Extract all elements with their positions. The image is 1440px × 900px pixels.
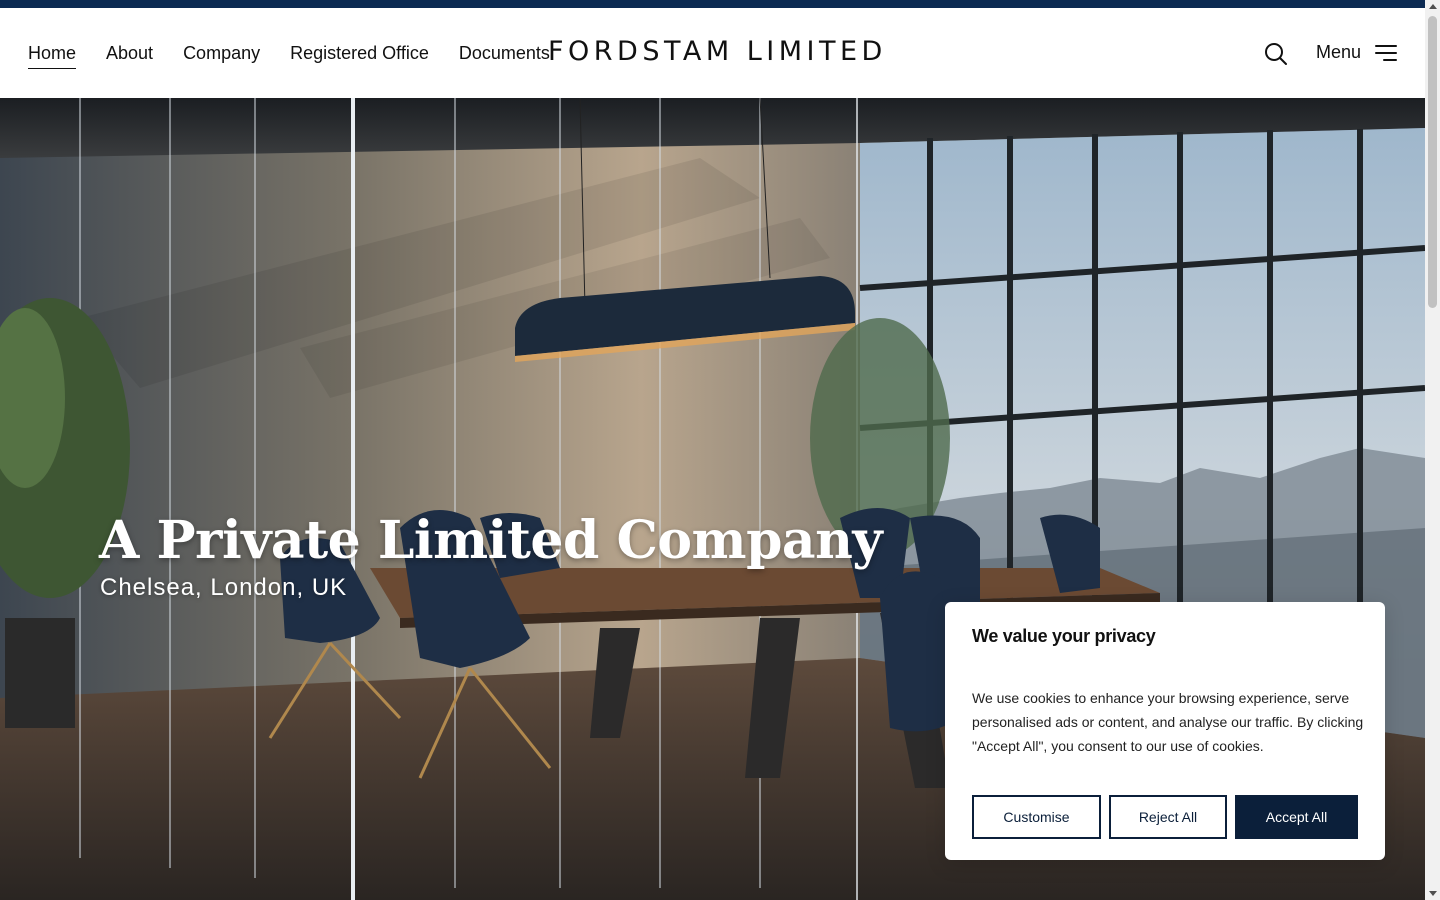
nav-company[interactable]: Company <box>183 42 260 69</box>
nav-documents[interactable]: Documents <box>459 42 550 69</box>
search-icon <box>1265 43 1287 65</box>
cookie-consent-banner: We value your privacy We use cookies to … <box>945 602 1385 860</box>
hamburger-icon <box>1375 44 1398 61</box>
main-nav: Home About Company Registered Office Doc… <box>28 42 550 69</box>
cookie-title: We value your privacy <box>972 626 1156 646</box>
scroll-up-arrow-icon[interactable] <box>1429 4 1437 9</box>
search-button[interactable] <box>1263 41 1289 67</box>
menu-label: Menu <box>1316 42 1362 62</box>
site-header: Home About Company Registered Office Doc… <box>0 8 1425 98</box>
customise-button[interactable]: Customise <box>972 795 1101 839</box>
accept-all-button[interactable]: Accept All <box>1235 795 1358 839</box>
nav-home[interactable]: Home <box>28 42 77 69</box>
top-accent-strip <box>0 0 1425 8</box>
page-scrollbar[interactable] <box>1425 0 1440 900</box>
hero-title: A Private Limited Company <box>99 510 883 571</box>
menu-button[interactable]: Menu <box>1316 42 1398 63</box>
reject-all-button[interactable]: Reject All <box>1109 795 1227 839</box>
brand-logo[interactable]: FORDSTAM LIMITED <box>548 36 887 67</box>
nav-about[interactable]: About <box>106 42 153 69</box>
scroll-down-arrow-icon[interactable] <box>1429 891 1437 896</box>
hero-subtitle: Chelsea, London, UK <box>100 574 348 601</box>
cookie-body: We use cookies to enhance your browsing … <box>972 690 1364 754</box>
nav-registered-office[interactable]: Registered Office <box>290 42 429 69</box>
scrollbar-thumb[interactable] <box>1428 16 1437 308</box>
